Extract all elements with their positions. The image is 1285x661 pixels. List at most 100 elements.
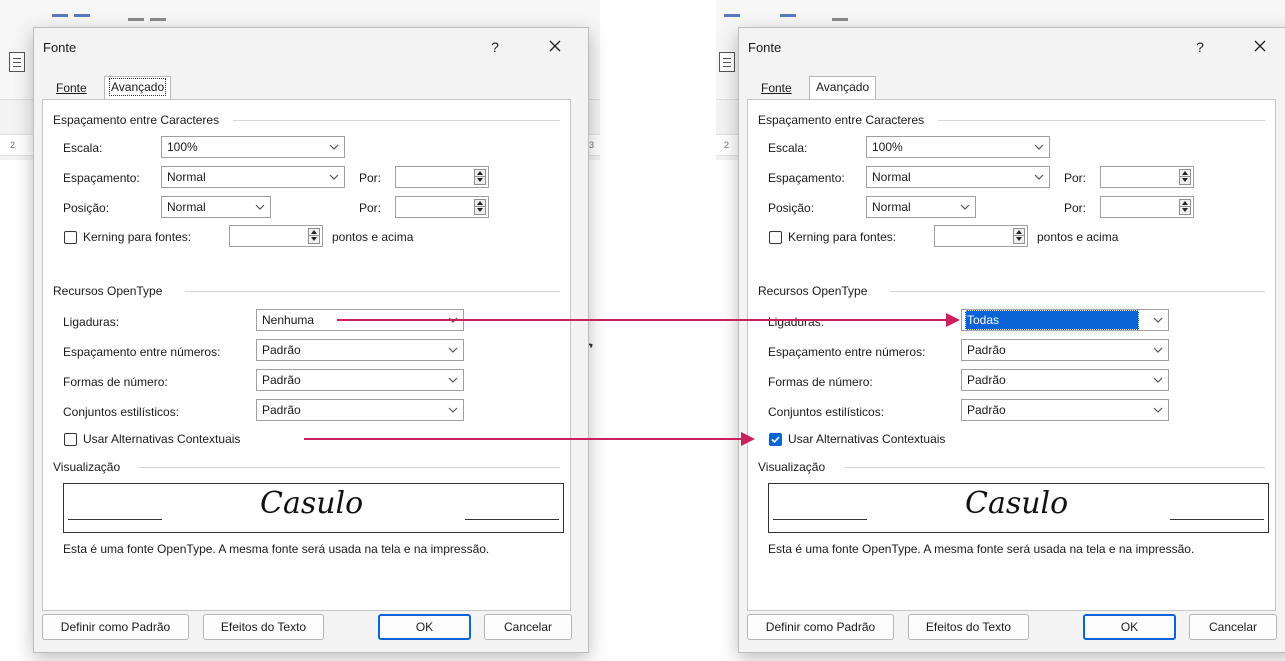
stylistic-sets-select[interactable]: Padrão [961,399,1169,421]
set-default-button[interactable]: Definir como Padrão [747,614,894,640]
spinner-buttons[interactable] [1179,169,1191,185]
kerning-checkbox[interactable] [64,231,77,244]
spin-up-icon[interactable] [475,170,485,177]
scale-select[interactable]: 100% [866,136,1050,158]
spacing-label: Espaçamento: [63,171,140,185]
stylistic-sets-select[interactable]: Padrão [256,399,464,421]
spin-up-icon[interactable] [309,229,319,236]
kerning-suffix: pontos e acima [1037,230,1119,244]
paragraph-icon[interactable] [9,52,25,72]
close-icon [1254,40,1266,52]
scale-select[interactable]: 100% [161,136,345,158]
button-label: Definir como Padrão [765,620,876,634]
spacing-select[interactable]: Normal [866,166,1050,188]
arrowhead-icon [741,432,755,446]
close-button[interactable] [544,36,566,58]
select-value: Normal [872,170,911,184]
help-button[interactable]: ? [484,36,506,58]
chevron-down-icon [1034,142,1044,152]
chevron-down-icon [1153,375,1163,385]
spin-down-icon[interactable] [475,207,485,214]
position-by-spinner[interactable] [1100,196,1194,218]
text-effects-button[interactable]: Efeitos do Texto [908,614,1029,640]
spin-down-icon[interactable] [475,177,485,184]
chevron-down-icon [1153,345,1163,355]
tab-fonte[interactable]: Fonte [755,78,798,100]
tab-avancado[interactable]: Avançado [809,76,877,100]
ok-button[interactable]: OK [378,614,471,640]
font-preview: Casulo [63,483,564,533]
spinner-buttons[interactable] [1013,228,1025,244]
tab-label: Fonte [761,81,792,95]
multilevel-list-icon[interactable] [780,14,796,17]
ok-button[interactable]: OK [1083,614,1176,640]
cancel-button[interactable]: Cancelar [484,614,572,640]
ligatures-select[interactable]: Todas [961,309,1169,331]
tab-fonte[interactable]: Fonte [50,78,93,100]
button-label: Efeitos do Texto [220,620,307,634]
select-value: Nenhuma [262,313,315,327]
spinner-buttons[interactable] [308,228,320,244]
spin-down-icon[interactable] [1180,207,1190,214]
set-default-button[interactable]: Definir como Padrão [42,614,189,640]
section-heading: Espaçamento entre Caracteres [53,113,220,127]
number-forms-select[interactable]: Padrão [256,369,464,391]
number-spacing-label: Espaçamento entre números: [63,345,221,359]
contextual-alternates-label: Usar Alternativas Contextuais [788,432,946,446]
number-forms-select[interactable]: Padrão [961,369,1169,391]
tab-label: Avançado [108,78,167,96]
divider [185,291,560,292]
numbered-list-icon[interactable] [724,14,740,17]
multilevel-list-icon[interactable] [74,14,90,17]
spin-down-icon[interactable] [1014,236,1024,243]
spinner-buttons[interactable] [1179,199,1191,215]
align-left-icon[interactable] [832,18,848,21]
select-value: Padrão [967,343,1006,357]
spin-up-icon[interactable] [475,200,485,207]
spin-up-icon[interactable] [1014,229,1024,236]
position-select[interactable]: Normal [866,196,976,218]
position-select[interactable]: Normal [161,196,271,218]
spinner-buttons[interactable] [474,169,486,185]
contextual-alternates-label: Usar Alternativas Contextuais [83,432,241,446]
spacing-select[interactable]: Normal [161,166,345,188]
kerning-checkbox[interactable] [769,231,782,244]
spacing-by-spinner[interactable] [395,166,489,188]
button-label: Definir como Padrão [60,620,171,634]
align-center-icon[interactable] [150,18,166,21]
spacing-by-spinner[interactable] [1100,166,1194,188]
select-value: 100% [872,140,903,154]
numbered-list-icon[interactable] [52,14,68,17]
tab-label: Avançado [816,80,870,94]
align-left-icon[interactable] [128,18,144,21]
number-spacing-select[interactable]: Padrão [961,339,1169,361]
scale-label: Escala: [63,141,103,155]
text-effects-button[interactable]: Efeitos do Texto [203,614,324,640]
kerning-suffix: pontos e acima [332,230,414,244]
spin-down-icon[interactable] [1180,177,1190,184]
select-value: Padrão [262,373,301,387]
contextual-alternates-checkbox[interactable] [769,433,782,446]
advanced-panel: Espaçamento entre Caracteres Escala: 100… [747,99,1276,611]
arrowhead-icon [946,313,960,327]
spinner-buttons[interactable] [474,199,486,215]
position-by-label: Por: [359,201,382,215]
chevron-down-icon [448,405,458,415]
button-label: OK [1120,620,1139,634]
kerning-spinner[interactable] [229,225,323,247]
section-heading: Visualização [758,460,826,474]
kerning-spinner[interactable] [934,225,1028,247]
close-button[interactable] [1249,36,1271,58]
select-value: Padrão [262,343,301,357]
cancel-button[interactable]: Cancelar [1189,614,1277,640]
position-by-spinner[interactable] [395,196,489,218]
spin-up-icon[interactable] [1180,170,1190,177]
spin-up-icon[interactable] [1180,200,1190,207]
button-label: Efeitos do Texto [925,620,1012,634]
help-button[interactable]: ? [1189,36,1211,58]
contextual-alternates-checkbox[interactable] [64,433,77,446]
tab-avancado[interactable]: Avançado [104,76,172,100]
paragraph-icon[interactable] [719,52,735,72]
spin-down-icon[interactable] [309,236,319,243]
number-spacing-select[interactable]: Padrão [256,339,464,361]
